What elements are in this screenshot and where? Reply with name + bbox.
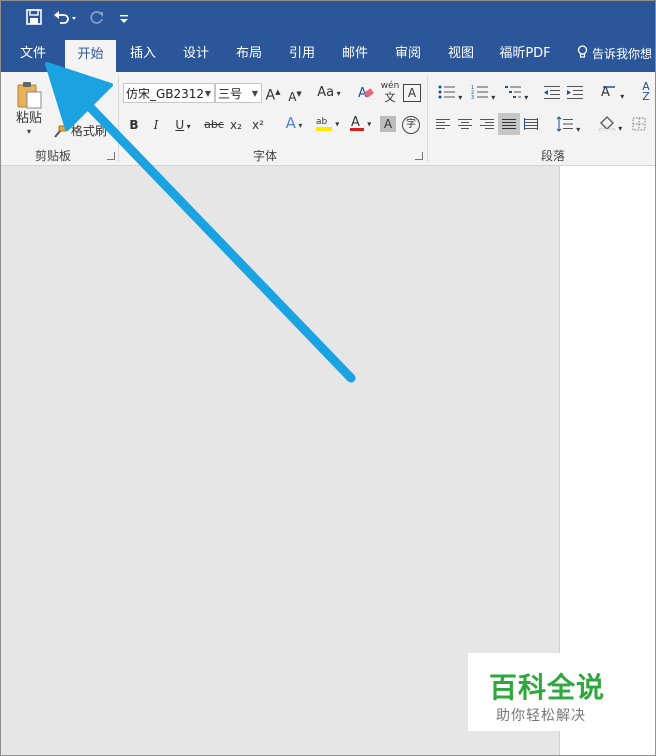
annotation-arrow-icon xyxy=(45,62,356,383)
word-window: 文件 开始 插入 设计 布局 引用 邮件 审阅 视图 福昕PDF 告诉我你想 粘… xyxy=(0,0,656,756)
